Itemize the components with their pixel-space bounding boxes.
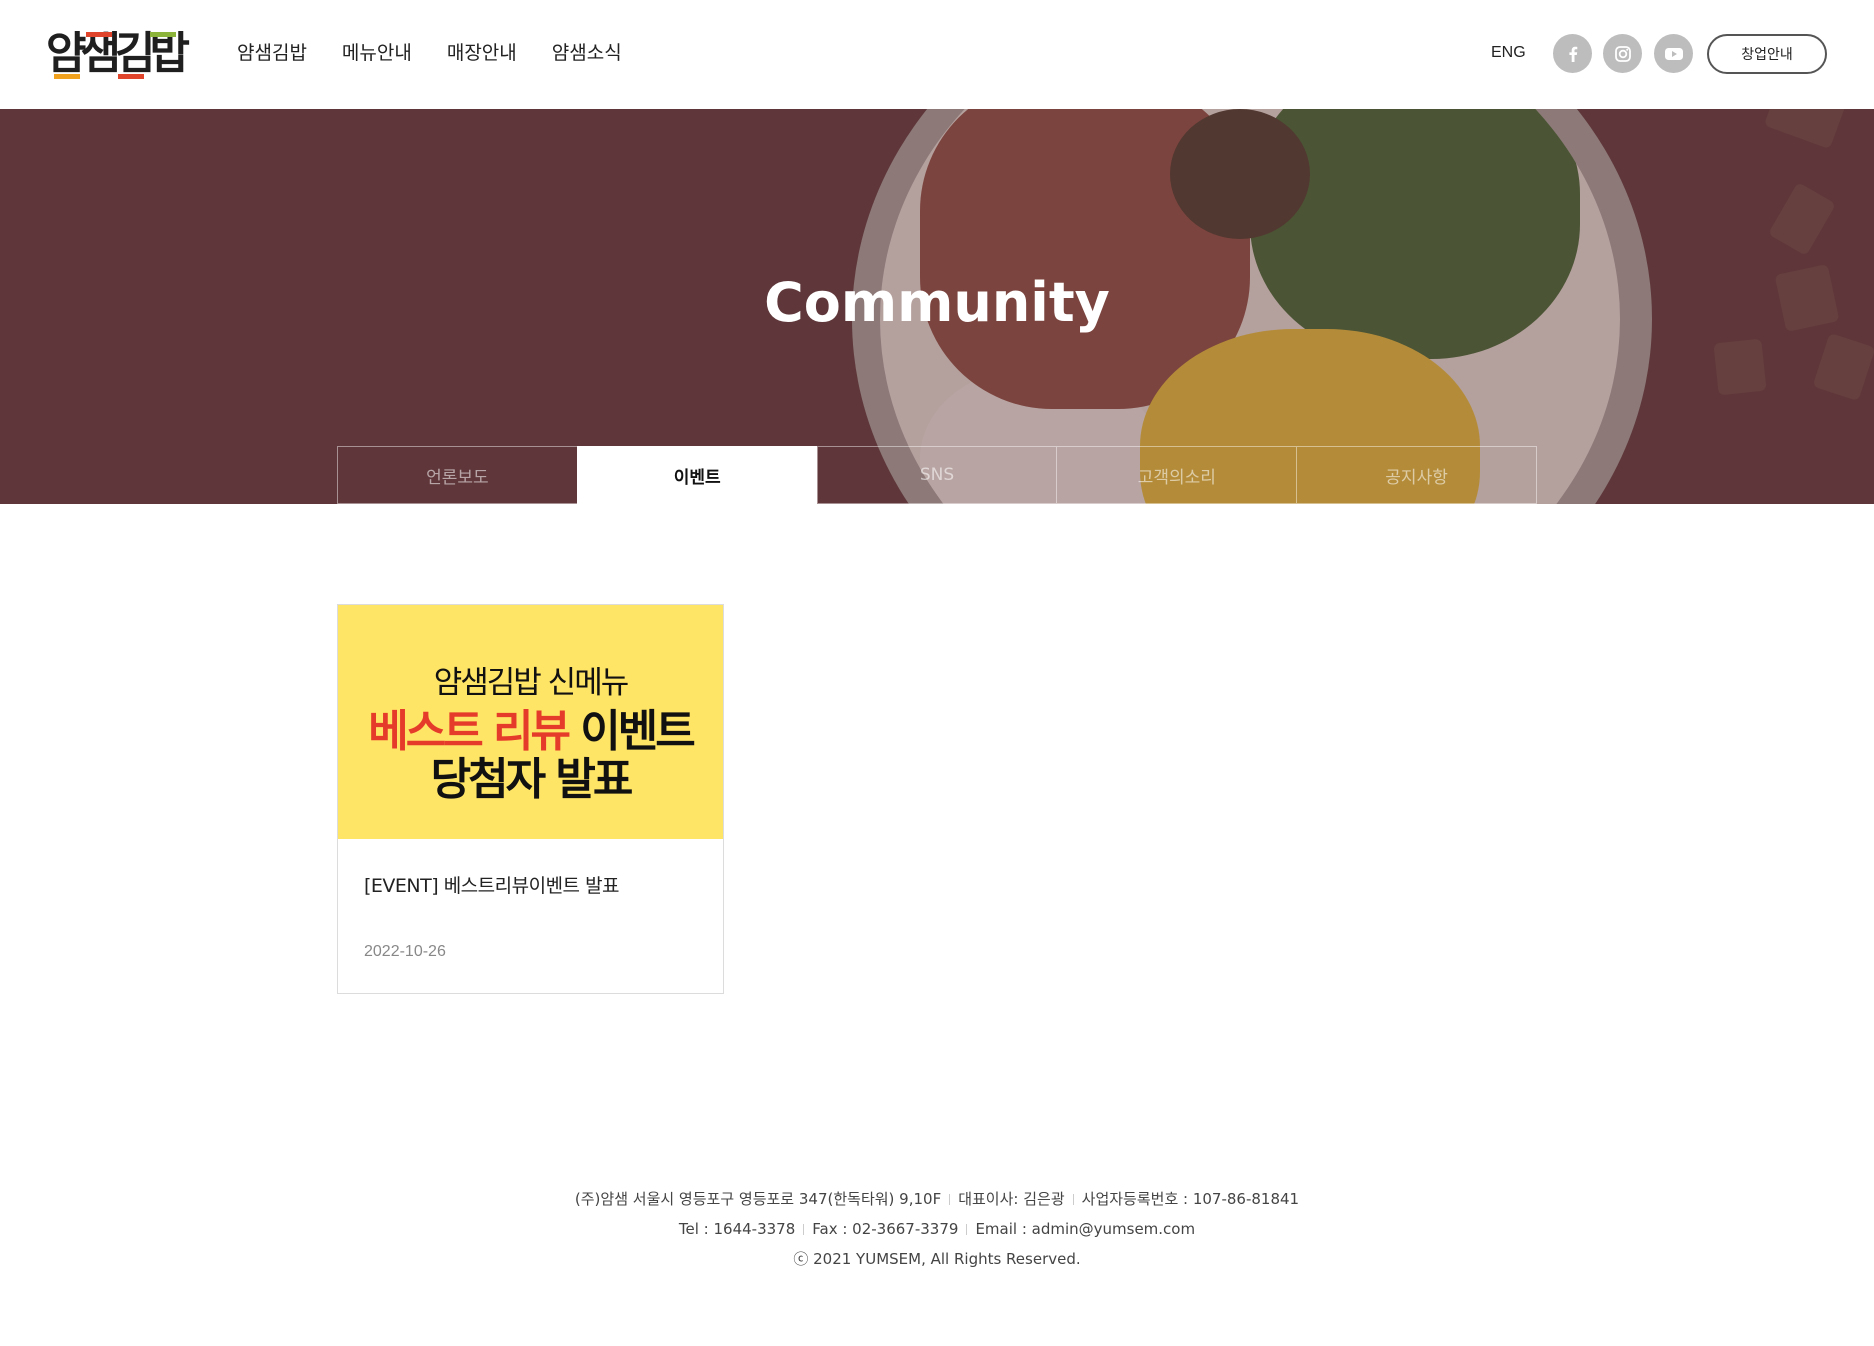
facebook-button[interactable] — [1553, 34, 1592, 73]
tab-press[interactable]: 언론보도 — [337, 446, 577, 504]
logo-bar-red-bottom — [118, 74, 144, 79]
instagram-button[interactable] — [1603, 34, 1642, 73]
tab-event[interactable]: 이벤트 — [576, 446, 817, 504]
footer-address: (주)얌샘 서울시 영등포구 영등포로 347(한독타워) 9,10F — [574, 1190, 942, 1208]
footer-email: Email : admin@yumsem.com — [975, 1220, 1196, 1238]
facebook-icon — [1568, 46, 1577, 62]
footer-copyright: ⓒ 2021 YUMSEM, All Rights Reserved. — [793, 1250, 1081, 1268]
logo-bar-green — [150, 32, 176, 37]
site-footer: (주)얌샘 서울시 영등포구 영등포로 347(한독타워) 9,10F 대표이사:… — [0, 1184, 1874, 1274]
tab-notice[interactable]: 공지사항 — [1296, 446, 1537, 504]
nav-item-brand[interactable]: 얌샘김밥 — [237, 38, 307, 65]
youtube-icon — [1664, 47, 1683, 60]
footer-business-number: 사업자등록번호 : 107-86-81841 — [1081, 1190, 1300, 1208]
main-nav: 얌샘김밥 메뉴안내 매장안내 얌샘소식 — [237, 38, 622, 65]
footer-company-line: (주)얌샘 서울시 영등포구 영등포로 347(한독타워) 9,10F 대표이사:… — [0, 1184, 1874, 1214]
tab-sns[interactable]: SNS — [816, 446, 1057, 504]
site-header: 얌샘김밥 얌샘김밥 메뉴안내 매장안내 얌샘소식 ENG 창업안내 — [0, 0, 1874, 109]
footer-fax: Fax : 02-3667-3379 — [812, 1220, 959, 1238]
language-toggle[interactable]: ENG — [1491, 44, 1526, 62]
nav-item-news[interactable]: 얌샘소식 — [552, 38, 622, 65]
event-card[interactable]: 얌샘김밥 신메뉴 베스트 리뷰 이벤트 당첨자 발표 [EVENT] 베스트리뷰… — [337, 604, 724, 994]
thumbnail-subline: 당첨자 발표 — [430, 754, 634, 805]
youtube-button[interactable] — [1654, 34, 1693, 73]
footer-divider — [803, 1224, 805, 1235]
footer-divider — [966, 1224, 968, 1235]
community-tabs: 언론보도 이벤트 SNS 고객의소리 공지사항 — [337, 446, 1537, 504]
franchise-button[interactable]: 창업안내 — [1707, 34, 1827, 74]
instagram-icon — [1614, 45, 1631, 62]
event-thumbnail[interactable]: 얌샘김밥 신메뉴 베스트 리뷰 이벤트 당첨자 발표 — [338, 605, 723, 839]
footer-tel: Tel : 1644-3378 — [678, 1220, 796, 1238]
footer-ceo: 대표이사: 김은광 — [958, 1190, 1065, 1208]
page-title: Community — [764, 271, 1110, 334]
footer-contact-line: Tel : 1644-3378 Fax : 02-3667-3379 Email :… — [0, 1214, 1874, 1244]
logo-bar-orange — [54, 74, 80, 79]
nav-item-menu[interactable]: 메뉴안내 — [342, 38, 412, 65]
footer-divider — [1072, 1194, 1074, 1205]
nav-item-stores[interactable]: 매장안내 — [447, 38, 517, 65]
logo[interactable]: 얌샘김밥 — [46, 26, 190, 82]
tab-customer-voice[interactable]: 고객의소리 — [1056, 446, 1297, 504]
logo-bar-red — [86, 32, 112, 37]
footer-divider — [949, 1194, 951, 1205]
hero-banner: Community — [0, 109, 1874, 504]
event-title[interactable]: [EVENT] 베스트리뷰이벤트 발표 — [364, 871, 620, 898]
event-date: 2022-10-26 — [364, 943, 446, 960]
